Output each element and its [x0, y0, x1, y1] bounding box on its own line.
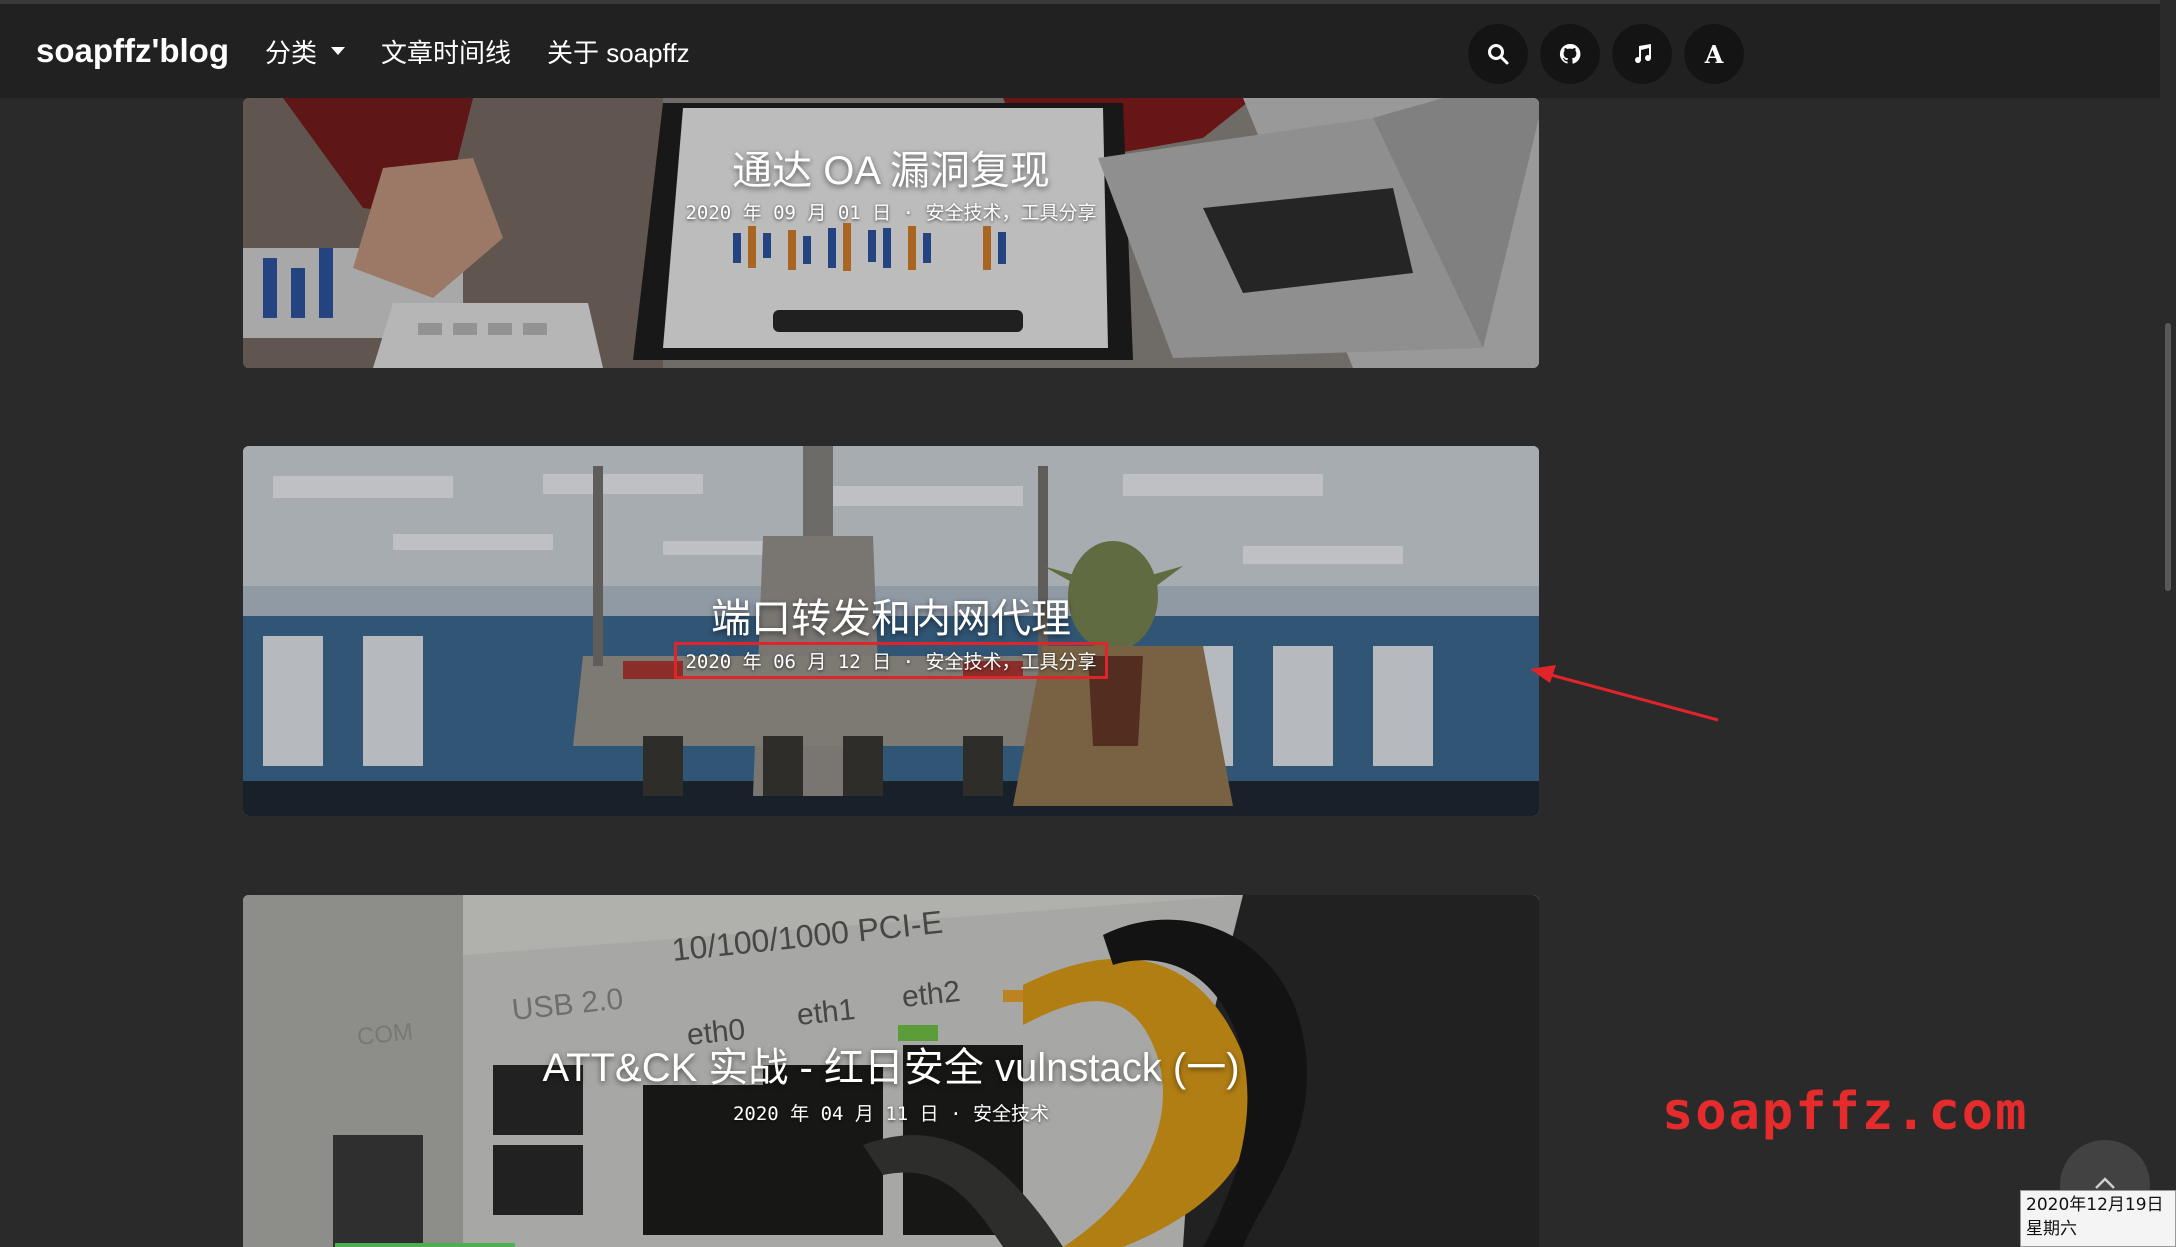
- reading-progress-bar: [335, 1243, 515, 1247]
- top-navbar: soapffz'blog 分类 文章时间线 关于 soapffz A: [0, 0, 2160, 98]
- post-date: 2020 年 09 月 01 日: [685, 202, 892, 224]
- nav-timeline-link[interactable]: 文章时间线: [381, 33, 511, 70]
- nav-category-label: 分类: [265, 37, 318, 68]
- github-icon: [1559, 43, 1581, 64]
- annotation-arrow: [1530, 665, 1719, 722]
- font-button[interactable]: A: [1684, 24, 1744, 84]
- scrollbar-thumb[interactable]: [2165, 323, 2171, 591]
- meta-separator: ·: [902, 651, 915, 673]
- chevron-up-icon: [2095, 1177, 2115, 1189]
- post-date: 2020 年 04 月 11 日: [732, 1103, 939, 1125]
- post-date: 2020 年 06 月 12 日: [685, 651, 892, 673]
- music-button[interactable]: [1612, 24, 1672, 84]
- meta-separator: ·: [950, 1103, 962, 1125]
- nav-about-link[interactable]: 关于 soapffz: [547, 33, 690, 70]
- post-tags[interactable]: 安全技术，工具分享: [926, 651, 1097, 673]
- github-button[interactable]: [1540, 24, 1600, 84]
- music-icon: [1635, 44, 1652, 64]
- post-card[interactable]: 通达 OA 漏洞复现 2020 年 09 月 01 日 · 安全技术，工具分享: [243, 98, 1539, 368]
- caret-down-icon: [331, 47, 346, 55]
- post-tags[interactable]: 安全技术，工具分享: [926, 202, 1097, 224]
- post-title[interactable]: 端口转发和内网代理: [243, 586, 1539, 644]
- post-tags[interactable]: 安全技术: [973, 1103, 1049, 1125]
- post-title[interactable]: 通达 OA 漏洞复现: [243, 138, 1539, 196]
- site-brand[interactable]: soapffz'blog: [36, 32, 229, 70]
- taskbar-clock[interactable]: 2020年12月19日 星期六: [2020, 1190, 2176, 1247]
- nav-category-dropdown[interactable]: 分类: [265, 33, 346, 70]
- post-meta: 2020 年 09 月 01 日 · 安全技术，工具分享: [243, 198, 1539, 225]
- post-meta: 2020 年 04 月 11 日 · 安全技术: [243, 1099, 1539, 1126]
- clock-weekday: 星期六: [2026, 1219, 2077, 1239]
- post-card[interactable]: 10/100/1000 PCI-E USB 2.0 COM eth0 eth1 …: [243, 895, 1539, 1247]
- clock-date: 2020年12月19日: [2026, 1195, 2164, 1215]
- highlight-box: 2020 年 06 月 12 日 · 安全技术，工具分享: [674, 642, 1108, 679]
- nav-icon-group: A: [1468, 24, 1744, 84]
- post-meta: 2020 年 06 月 12 日 · 安全技术，工具分享: [243, 642, 1539, 679]
- scrollbar-track[interactable]: [2160, 0, 2176, 1247]
- site-watermark: soapffz.com: [1662, 1082, 2029, 1142]
- search-button[interactable]: [1468, 24, 1528, 84]
- meta-separator: ·: [902, 202, 915, 224]
- post-title[interactable]: ATT&CK 实战 - 红日安全 vulnstack (一): [243, 1035, 1539, 1093]
- search-icon: [1488, 44, 1509, 65]
- post-card[interactable]: 端口转发和内网代理 2020 年 06 月 12 日 · 安全技术，工具分享: [243, 446, 1539, 816]
- font-icon: A: [1704, 39, 1724, 69]
